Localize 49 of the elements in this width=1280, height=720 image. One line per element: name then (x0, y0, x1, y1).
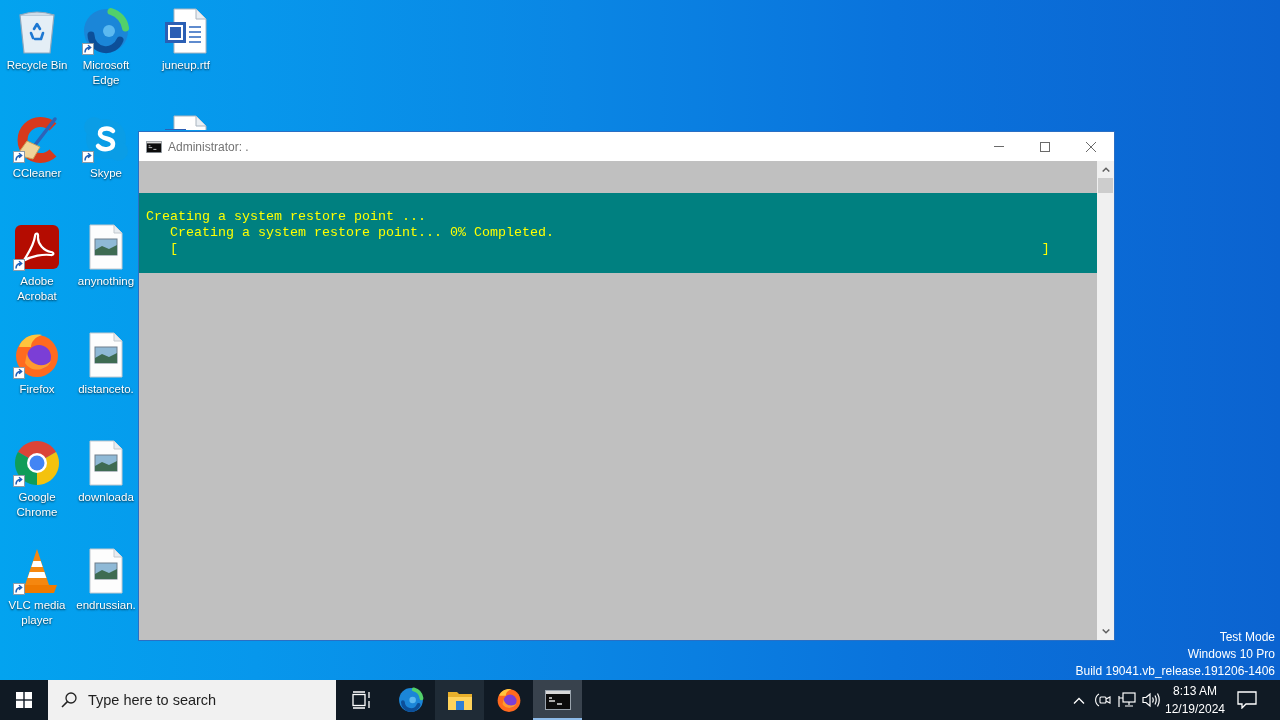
scrollbar[interactable] (1097, 161, 1114, 640)
browser-icon (397, 687, 424, 713)
scroll-up-icon[interactable] (1101, 167, 1110, 172)
console-line: Creating a system restore point ... (146, 209, 426, 225)
taskbar-app-button[interactable] (533, 680, 582, 720)
volume-icon[interactable] (1142, 692, 1160, 708)
desktop-icon[interactable]: VLC media player (0, 540, 74, 630)
clock-date[interactable]: 12/19/2024 (1164, 700, 1226, 718)
desktop-icon[interactable]: distanceto. (74, 324, 138, 399)
desktop-icon[interactable]: juneup.rtf (149, 0, 223, 75)
windows-logo-icon (16, 692, 32, 708)
search-icon (61, 692, 77, 708)
terminal-icon (146, 140, 162, 153)
maximize-icon (1040, 141, 1050, 152)
task-view-icon (352, 691, 370, 709)
terminal-icon (544, 690, 571, 710)
system-notice-text: Windows 10 Pro (1187, 646, 1275, 663)
desktop-icon[interactable]: anynothing (74, 216, 138, 291)
desktop-icon[interactable]: Recycle Bin (0, 0, 74, 75)
system-notice-text: Test Mode (1219, 629, 1275, 646)
browser-icon (495, 687, 522, 713)
desktop-icon[interactable]: Microsoft Edge (74, 0, 138, 90)
taskbar-app-button[interactable] (435, 680, 484, 720)
camera-icon[interactable] (1095, 692, 1111, 708)
scroll-thumb[interactable] (1098, 178, 1113, 193)
close-icon (1086, 141, 1096, 152)
desktop-icon[interactable]: Firefox (0, 324, 74, 399)
pdf-icon (13, 223, 61, 271)
network-icon[interactable] (1118, 692, 1136, 708)
desktop-icon[interactable]: CCleaner (0, 108, 74, 183)
browser-icon (13, 439, 61, 487)
window-title: Administrator: . (168, 139, 249, 154)
desktop-icon[interactable]: downloada (74, 432, 138, 507)
notification-icon[interactable] (1237, 691, 1257, 709)
desktop-icon[interactable]: Skype (74, 108, 138, 183)
chevron-up-icon[interactable] (1073, 696, 1085, 704)
minimize-icon (994, 146, 1004, 147)
folder-icon (446, 689, 473, 711)
browser-icon (82, 7, 130, 55)
system-notice-text: Build 19041.vb_release.191206-1406 (1075, 663, 1275, 680)
console-line: [ ] (170, 241, 1050, 257)
console-line: Creating a system restore point... 0% Completed. (170, 225, 554, 241)
search-field[interactable]: Type here to search (48, 680, 336, 720)
desktop-icon[interactable]: endrussian. (74, 540, 138, 615)
scroll-down-icon[interactable] (1101, 629, 1110, 634)
desktop-icon[interactable]: Google Chrome (0, 432, 74, 522)
clock-time[interactable]: 8:13 AM (1173, 682, 1217, 700)
chat-icon (82, 115, 130, 163)
desktop-icon[interactable]: Adobe Acrobat (0, 216, 74, 306)
